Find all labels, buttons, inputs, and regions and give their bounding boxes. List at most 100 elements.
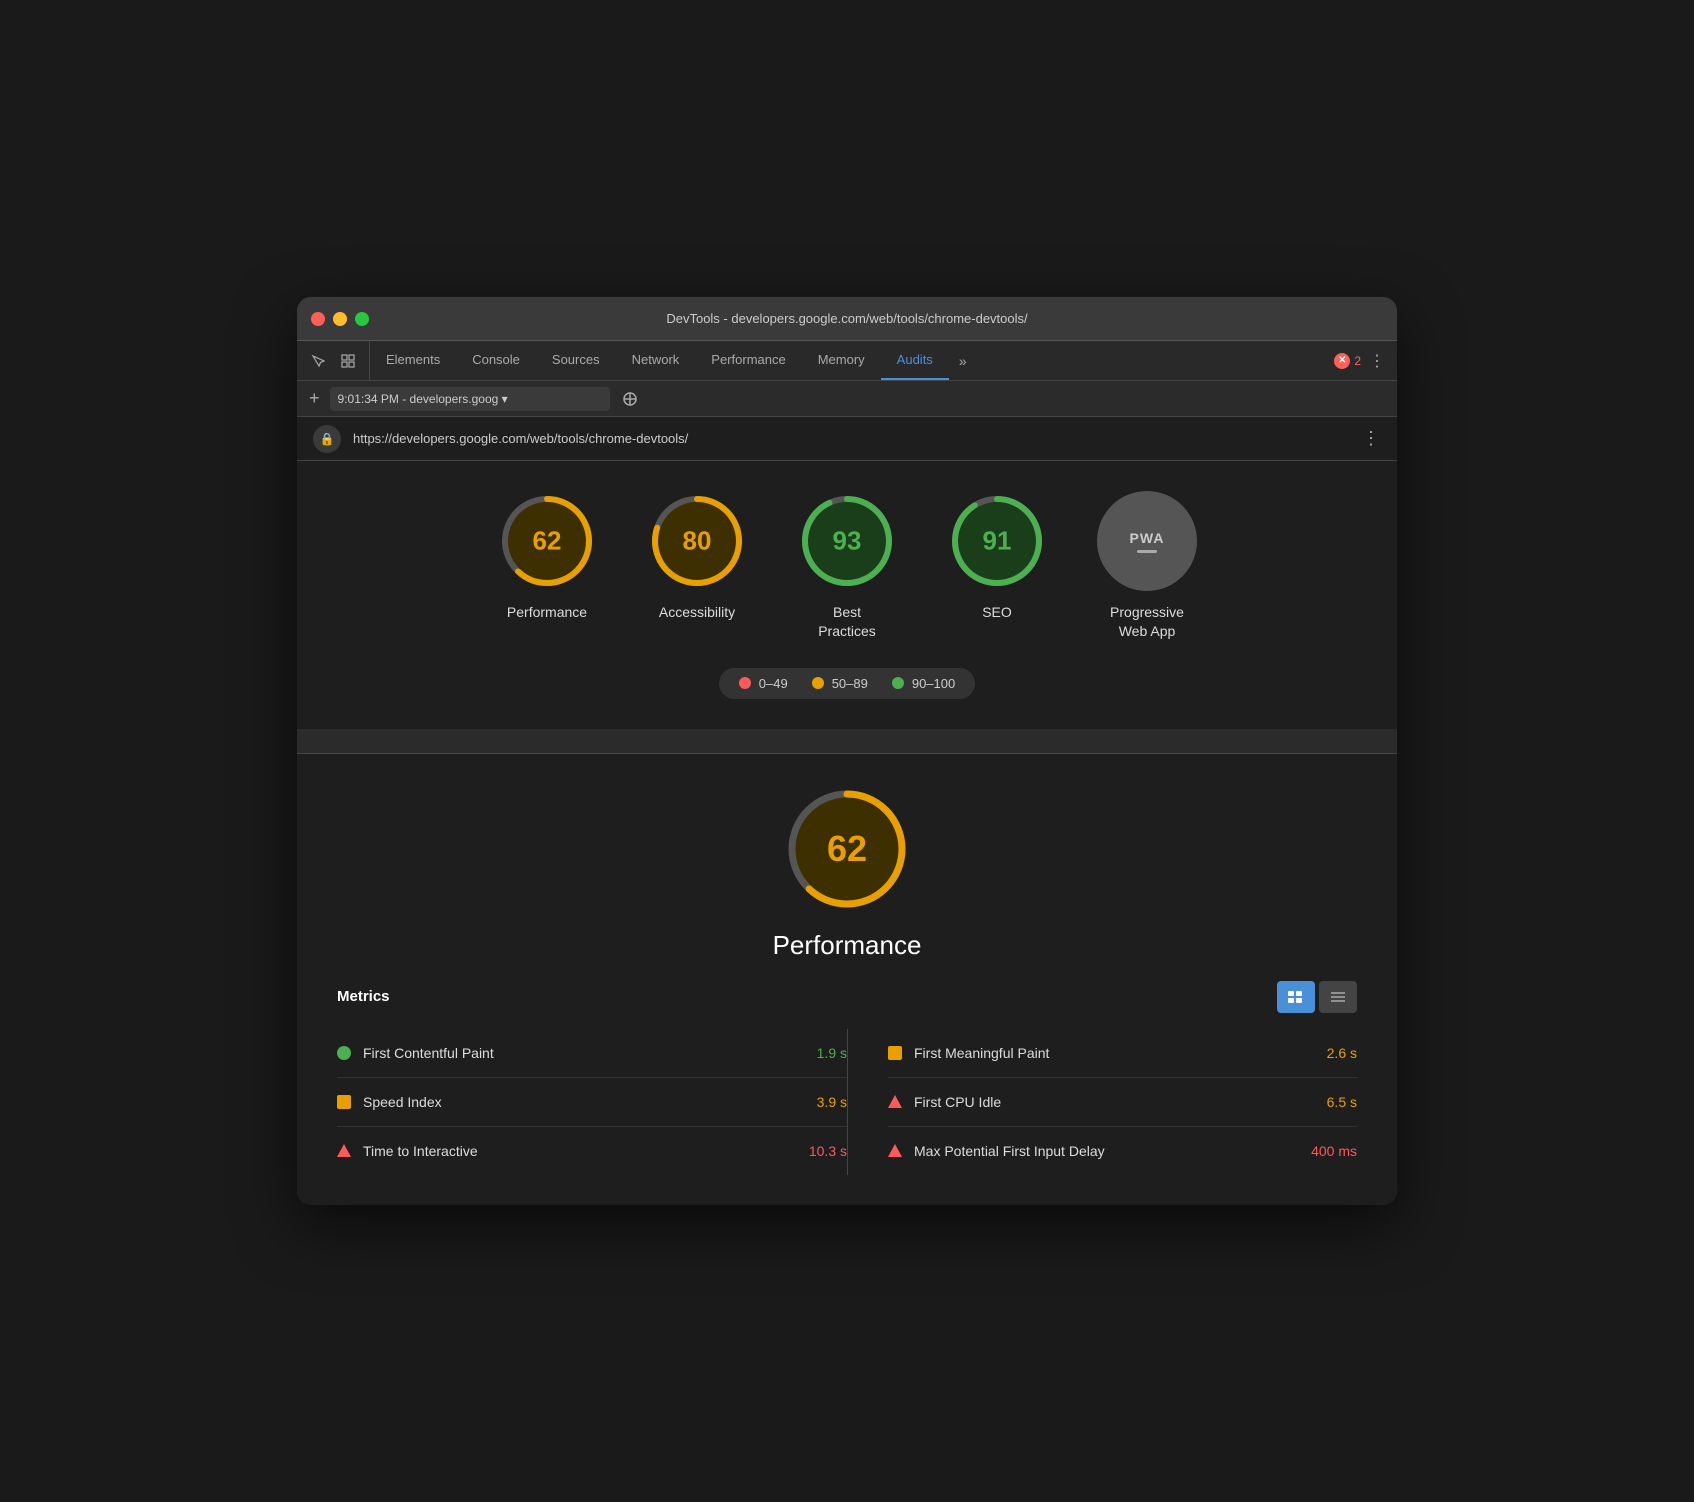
metric-row-si: Speed Index 3.9 s [337,1078,847,1127]
legend-dot-orange [812,677,824,689]
metric-indicator-tti [337,1144,351,1157]
score-item-seo: 91 SEO [947,491,1047,639]
score-number-best-practices: 93 [833,526,862,557]
metric-name-fmp: First Meaningful Paint [914,1045,1285,1061]
perf-big-score: 62 Performance [337,784,1357,961]
metric-row-mpfid: Max Potential First Input Delay 400 ms [888,1127,1357,1175]
more-tabs-button[interactable]: » [949,341,977,380]
tab-memory[interactable]: Memory [802,341,881,380]
devtools-left-icons [297,341,370,380]
legend: 0–49 50–89 90–100 [337,668,1357,699]
score-item-best-practices: 93 BestPractices [797,491,897,639]
legend-dot-green [892,677,904,689]
metric-indicator-fmp [888,1046,902,1060]
performance-detail-section: 62 Performance Metrics [297,754,1397,1205]
tab-performance[interactable]: Performance [695,341,801,380]
metrics-header: Metrics [337,981,1357,1013]
site-icon: 🔒 [313,425,341,453]
url-bar: 🔒 https://developers.google.com/web/tool… [297,417,1397,461]
score-circle-best-practices: 93 [797,491,897,591]
legend-item-orange: 50–89 [812,676,868,691]
metric-name-mpfid: Max Potential First Input Delay [914,1143,1285,1159]
devtools-tab-list: Elements Console Sources Network Perform… [370,341,1322,380]
tab-console[interactable]: Console [456,341,536,380]
pwa-dash-icon [1137,550,1157,553]
score-label-best-practices: BestPractices [818,603,876,639]
metric-value-fci: 6.5 s [1297,1094,1357,1110]
stop-reload-icon[interactable] [620,389,640,409]
error-count: 2 [1354,354,1361,368]
metric-value-tti: 10.3 s [787,1143,847,1159]
score-circle-performance: 62 [497,491,597,591]
tab-network[interactable]: Network [616,341,696,380]
metrics-title: Metrics [337,988,390,1005]
perf-big-number: 62 [827,828,867,870]
metrics-left-column: First Contentful Paint 1.9 s Speed Index… [337,1029,847,1175]
score-label-seo: SEO [982,603,1012,621]
toggle-grid-button[interactable] [1277,981,1315,1013]
metric-name-fci: First CPU Idle [914,1094,1285,1110]
tab-elements[interactable]: Elements [370,341,456,380]
inspect-icon[interactable] [337,350,359,372]
close-button[interactable] [311,312,325,326]
metric-row-tti: Time to Interactive 10.3 s [337,1127,847,1175]
tab-sources[interactable]: Sources [536,341,616,380]
metric-name-tti: Time to Interactive [363,1143,775,1159]
url-more-icon[interactable]: ⋮ [1362,428,1381,449]
pwa-label: PWA [1130,530,1165,546]
metrics-grid: First Contentful Paint 1.9 s Speed Index… [337,1029,1357,1175]
legend-range-green: 90–100 [912,676,955,691]
maximize-button[interactable] [355,312,369,326]
score-number-accessibility: 80 [683,526,712,557]
metric-indicator-si [337,1095,351,1109]
metric-value-si: 3.9 s [787,1094,847,1110]
error-badge: ✕ 2 [1334,353,1361,369]
metric-indicator-fcp [337,1046,351,1060]
score-number-seo: 91 [983,526,1012,557]
metric-value-mpfid: 400 ms [1297,1143,1357,1159]
toggle-list-button[interactable] [1319,981,1357,1013]
legend-inner: 0–49 50–89 90–100 [719,668,975,699]
metric-value-fcp: 1.9 s [787,1045,847,1061]
score-label-performance: Performance [507,603,587,621]
metric-value-fmp: 2.6 s [1297,1045,1357,1061]
window-title: DevTools - developers.google.com/web/too… [666,311,1027,326]
metric-name-si: Speed Index [363,1094,775,1110]
address-bar: + [297,381,1397,417]
audits-scores-section: 62 Performance 80 Accessibility [297,461,1397,728]
tab-audits[interactable]: Audits [881,341,949,380]
score-item-pwa: PWA ProgressiveWeb App [1097,491,1197,639]
title-bar: DevTools - developers.google.com/web/too… [297,297,1397,341]
title-bar-buttons [311,312,369,326]
new-tab-icon[interactable]: + [309,388,320,409]
metric-indicator-mpfid [888,1144,902,1157]
devtools-right-controls: ✕ 2 ⋮ [1322,341,1397,380]
score-label-accessibility: Accessibility [659,603,735,621]
metric-row-fci: First CPU Idle 6.5 s [888,1078,1357,1127]
metric-row-fmp: First Meaningful Paint 2.6 s [888,1029,1357,1078]
score-circle-accessibility: 80 [647,491,747,591]
metric-name-fcp: First Contentful Paint [363,1045,775,1061]
more-options-icon[interactable]: ⋮ [1369,351,1385,371]
legend-dot-red [739,677,751,689]
minimize-button[interactable] [333,312,347,326]
pwa-circle: PWA [1097,491,1197,591]
score-item-accessibility: 80 Accessibility [647,491,747,639]
legend-item-red: 0–49 [739,676,788,691]
cursor-icon[interactable] [307,350,329,372]
address-input[interactable] [330,387,610,411]
browser-window: DevTools - developers.google.com/web/too… [297,297,1397,1204]
perf-big-label: Performance [773,930,922,961]
metric-row-fcp: First Contentful Paint 1.9 s [337,1029,847,1078]
legend-range-red: 0–49 [759,676,788,691]
metrics-toggle [1277,981,1357,1013]
devtools-tabs: Elements Console Sources Network Perform… [297,341,1397,381]
score-circle-seo: 91 [947,491,1047,591]
scores-row: 62 Performance 80 Accessibility [337,491,1357,639]
score-number-performance: 62 [533,526,562,557]
metrics-right-column: First Meaningful Paint 2.6 s First CPU I… [847,1029,1357,1175]
score-label-pwa: ProgressiveWeb App [1110,603,1184,639]
perf-big-circle: 62 [782,784,912,914]
legend-item-green: 90–100 [892,676,955,691]
metric-indicator-fci [888,1095,902,1108]
